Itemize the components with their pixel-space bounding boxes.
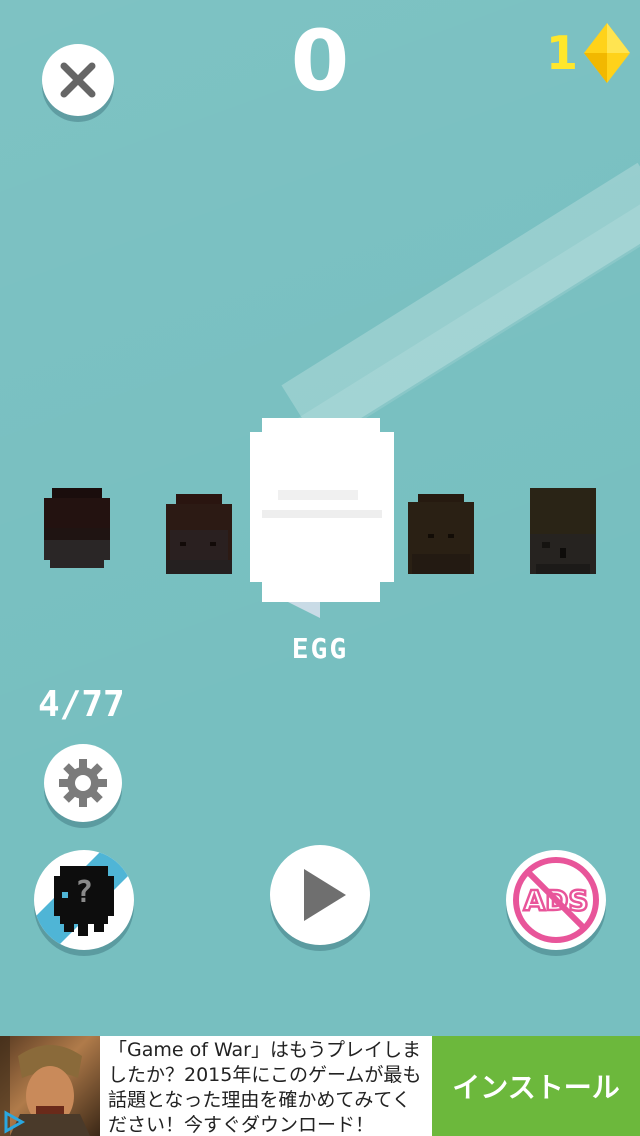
score: 0 <box>290 12 350 110</box>
remove-ads-button[interactable]: ADS <box>506 850 606 950</box>
collection-progress: 4/77 <box>38 684 125 725</box>
play-icon <box>304 869 346 921</box>
no-ads-icon: ADS <box>513 857 599 943</box>
selected-character-egg[interactable] <box>248 418 398 618</box>
gem-counter: 1 <box>546 18 630 88</box>
character-name: EGG <box>291 632 349 665</box>
character-silhouette[interactable] <box>44 488 110 568</box>
gear-icon <box>59 759 107 807</box>
mystery-character-icon: ? <box>34 850 134 950</box>
ad-text[interactable]: 「Game of War」はもうプレイしましたか？2015年にこのゲームが最も話… <box>100 1036 432 1136</box>
character-silhouette[interactable] <box>408 494 474 574</box>
settings-button[interactable] <box>44 744 122 822</box>
diamond-icon <box>584 23 630 83</box>
ad-info-icon[interactable] <box>2 1110 26 1134</box>
ad-banner[interactable]: 「Game of War」はもうプレイしましたか？2015年にこのゲームが最も話… <box>0 1036 640 1136</box>
ad-thumbnail[interactable] <box>0 1036 100 1136</box>
mystery-character-button[interactable]: ? <box>34 850 134 950</box>
character-silhouette[interactable] <box>166 494 232 574</box>
gem-count: 1 <box>545 26 578 80</box>
install-button[interactable]: インストール <box>432 1036 640 1136</box>
character-silhouette[interactable] <box>530 488 596 574</box>
svg-text:?: ? <box>75 875 93 910</box>
play-button[interactable] <box>270 845 370 945</box>
